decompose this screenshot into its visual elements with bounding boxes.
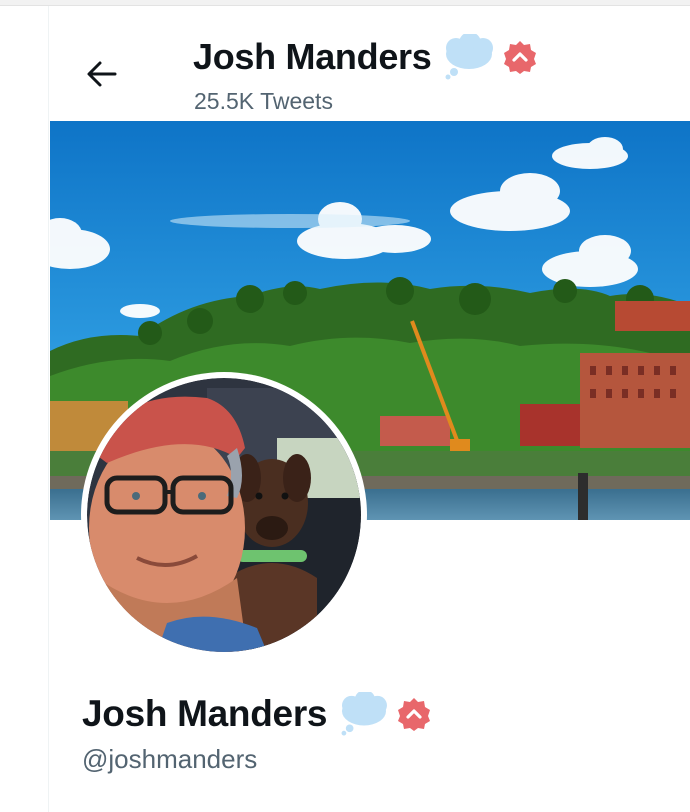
left-sidebar-gutter: [0, 6, 49, 812]
profile-name: Josh Manders: [82, 693, 328, 734]
profile-header: Josh Manders 25.5K Tweets: [50, 12, 690, 120]
tweet-count: 25.5K Tweets: [194, 88, 333, 114]
profile-avatar[interactable]: [81, 372, 367, 658]
profile-name-row: Josh Manders: [82, 692, 431, 736]
thought-balloon-emoji: [341, 692, 388, 736]
back-button[interactable]: [78, 50, 126, 98]
red-badge-icon: [504, 41, 537, 74]
profile-column: Josh Manders 25.5K Tweets Josh Manders @…: [50, 6, 690, 812]
profile-handle: @joshmanders: [82, 744, 258, 774]
thought-balloon-emoji: [445, 34, 494, 80]
arrow-left-icon: [87, 61, 117, 87]
red-badge-icon: [398, 698, 431, 731]
header-name-row: Josh Manders: [193, 34, 537, 80]
header-name: Josh Manders: [193, 36, 432, 77]
